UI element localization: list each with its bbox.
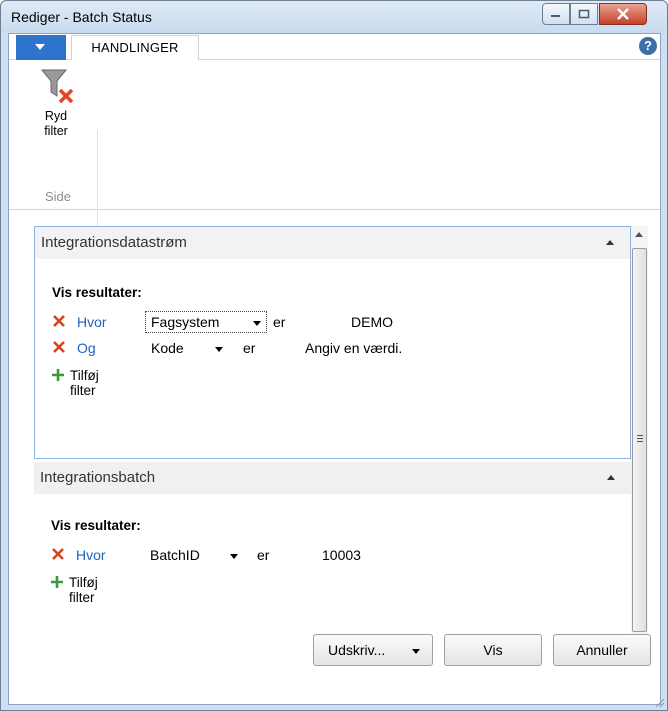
print-button-label: Udskriv... [328,642,386,658]
collapse-icon[interactable] [607,475,615,480]
fasttab-header[interactable]: Integrationsbatch [34,462,631,494]
vertical-scrollbar[interactable] [631,226,648,656]
filter-value[interactable]: Angiv en værdi. [305,340,402,356]
grip-icon [637,435,643,436]
field-select[interactable]: BatchID [144,544,266,566]
dialog-client: HANDLINGER ? Ryd filter Side Integration… [8,33,661,705]
chevron-down-icon [35,44,45,50]
close-button[interactable] [599,3,647,25]
add-filter-label: Tilføj filter [69,575,98,605]
resize-grip-icon[interactable] [653,696,665,708]
minimize-button[interactable] [542,3,570,25]
filter-connector: Hvor [76,547,106,563]
filter-connector: Hvor [77,314,107,330]
filter-row: Og Kode er Angiv en værdi. [52,337,612,359]
plus-icon [52,369,64,381]
clear-filter-label-line1: Ryd [44,109,68,123]
ribbon-group-label: Side [45,189,72,204]
remove-filter-icon[interactable] [51,547,65,561]
dropdown-caret-icon [253,321,261,326]
filter-value[interactable]: DEMO [351,314,393,330]
dropdown-caret-icon [230,554,238,559]
add-filter-label: Tilføj filter [70,368,99,398]
fasttab-title: Integrationsbatch [40,469,156,486]
clear-filter-button[interactable]: Ryd filter [31,64,81,164]
scroll-up-icon[interactable] [635,232,643,237]
show-results-label: Vis resultater: [51,518,141,533]
tab-handlinger[interactable]: HANDLINGER [71,35,199,61]
filter-value[interactable]: 10003 [322,547,361,563]
cancel-button[interactable]: Annuller [553,634,651,666]
help-icon[interactable]: ? [639,37,657,55]
clear-filter-label-line2: filter [44,124,68,138]
show-button[interactable]: Vis [444,634,542,666]
plus-icon [51,576,63,588]
filter-operator: er [243,340,256,356]
clear-filter-icon [40,69,74,104]
close-icon [617,8,629,20]
maximize-button[interactable] [570,3,598,25]
ribbon-menu-button[interactable] [16,35,66,60]
title-bar[interactable]: Rediger - Batch Status [1,1,667,33]
collapse-icon[interactable] [606,240,614,245]
minimize-icon [551,15,560,17]
filter-row: Hvor Fagsystem er DEMO [52,311,612,333]
field-select[interactable]: Fagsystem [145,311,267,333]
dialog-window: Rediger - Batch Status HANDLINGER ? Ryd … [0,0,668,711]
filter-operator: er [273,314,286,330]
ribbon-panel: Ryd filter [9,60,660,230]
fasttab-title: Integrationsdatastrøm [41,234,187,251]
filter-operator: er [257,547,270,563]
print-button[interactable]: Udskriv... [313,634,433,666]
ribbon-group-divider [97,130,98,230]
field-name: Kode [151,340,184,356]
window-title: Rediger - Batch Status [11,9,152,25]
fasttab-integrationsdatastroem: Integrationsdatastrøm Vis resultater: Hv… [34,226,631,459]
chevron-down-icon [412,649,420,654]
fasttab-integrationsbatch: Integrationsbatch Vis resultater: Hvor B… [34,462,631,652]
filter-connector: Og [77,340,96,356]
maximize-icon [578,9,590,19]
field-name: BatchID [150,547,200,563]
remove-filter-icon[interactable] [52,340,66,354]
filter-row: Hvor BatchID er 10003 [51,544,611,566]
dropdown-caret-icon [215,347,223,352]
show-results-label: Vis resultater: [52,285,142,300]
filter-content: Integrationsdatastrøm Vis resultater: Hv… [34,226,631,656]
ribbon-tab-strip: HANDLINGER ? [9,34,660,61]
scrollbar-thumb[interactable] [632,248,647,632]
field-name: Fagsystem [151,314,220,330]
fasttab-header[interactable]: Integrationsdatastrøm [35,227,630,259]
remove-filter-icon[interactable] [52,314,66,328]
